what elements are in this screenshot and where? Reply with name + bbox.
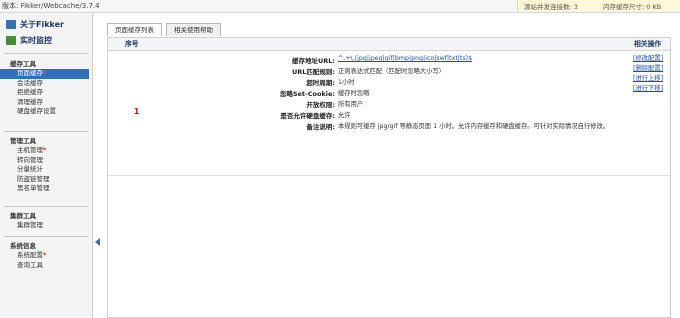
sidebar-item-blacklist[interactable]: 黑名单管理 xyxy=(0,184,92,194)
sidebar-item-anti-leech[interactable]: 防盗链管理 xyxy=(0,175,92,185)
sidebar-item-traffic-stats[interactable]: 分量统计 xyxy=(0,165,92,175)
table-header: 序号 相关操作 xyxy=(108,38,670,51)
move-up-link[interactable]: [进行上移] xyxy=(633,74,663,84)
row-actions: [修改配置] [删除配置] [进行上移] [进行下移] xyxy=(633,54,663,94)
tab-bar: 页面缓存列表 相关使用帮助 xyxy=(107,23,221,37)
sidebar-item-system-config[interactable]: 系统配置* xyxy=(0,251,92,261)
field-remark: 备注说明: 本规则可缓存 jpg/gif 等静态页面 1 小时。允许内存缓存和硬… xyxy=(306,123,610,131)
field-ignore-set-cookie: 忽略Set-Cookie: 缓存时忽略 xyxy=(279,90,370,98)
tab-help[interactable]: 相关使用帮助 xyxy=(166,23,221,36)
sidebar-group-cluster: 集群工具 集群管理 xyxy=(0,211,92,231)
about-icon xyxy=(6,19,16,29)
table-row: 1 缓存地址URL: ^.+\.(jpg|jpeg|gif|bmp|png|ic… xyxy=(108,51,670,175)
sidebar-item-redirect-management[interactable]: 转向管理 xyxy=(0,156,92,166)
row-divider xyxy=(108,175,670,176)
sidebar-item-query-tools[interactable]: 查询工具 xyxy=(0,261,92,271)
sidebar-group-cache: 缓存工具 页面缓存* 会话缓存 拒绝缓存 清理缓存 硬盘缓存设置 xyxy=(0,59,92,117)
sidebar-group-title: 集群工具 xyxy=(10,212,36,220)
sidebar-divider xyxy=(4,236,88,237)
sidebar-item-cluster-management[interactable]: 集群管理 xyxy=(0,221,92,231)
top-bar: 版本: Fikker/Webcache/3.7.4 源站并发连接数: 3 内存缓… xyxy=(0,0,680,13)
tab-page-cache-list[interactable]: 页面缓存列表 xyxy=(107,23,162,36)
field-allow-disk-cache: 是否允许硬盘缓存: 允许 xyxy=(280,112,351,120)
move-down-link[interactable]: [进行下移] xyxy=(633,84,663,94)
sidebar-group-title: 系统信息 xyxy=(10,242,36,250)
collapse-sidebar-icon[interactable] xyxy=(95,238,100,246)
edit-config-link[interactable]: [修改配置] xyxy=(633,54,663,64)
memory-cache-size-stat: 内存缓存尺寸: 0 KB xyxy=(603,3,662,11)
sidebar-item-disk-cache-settings[interactable]: 硬盘缓存设置 xyxy=(0,107,92,117)
field-url-match-rule: URL匹配规则: 正则表达式匹配（匹配时忽略大小写） xyxy=(291,68,446,76)
monitor-icon xyxy=(6,35,16,45)
sidebar-group-system: 系统信息 系统配置* 查询工具 xyxy=(0,241,92,270)
about-link[interactable]: 关于Fikker xyxy=(6,17,92,31)
cache-rules-panel: 序号 相关操作 1 缓存地址URL: ^.+\.(jpg|jpeg|gif|bm… xyxy=(107,37,671,318)
sidebar-item-page-cache[interactable]: 页面缓存* xyxy=(0,69,89,79)
sidebar-divider xyxy=(4,206,88,207)
delete-config-link[interactable]: [删除配置] xyxy=(633,64,663,74)
concurrent-connections-stat: 源站并发连接数: 3 xyxy=(524,3,578,11)
stats-box: 源站并发连接数: 3 内存缓存尺寸: 0 KB xyxy=(517,0,680,11)
sidebar-item-reject-cache[interactable]: 拒绝缓存 xyxy=(0,88,92,98)
sidebar-group-title: 管理工具 xyxy=(10,137,36,145)
sidebar-divider xyxy=(4,53,88,54)
monitor-link[interactable]: 实时监控 xyxy=(6,33,92,47)
sidebar-divider xyxy=(4,131,88,132)
column-header-actions: 相关操作 xyxy=(634,40,662,48)
sidebar-item-session-cache[interactable]: 会话缓存 xyxy=(0,79,92,89)
field-cache-url: 缓存地址URL: ^.+\.(jpg|jpeg|gif|bmp|png|ico|… xyxy=(291,55,473,65)
field-access-permission: 开放权限: 所有用户 xyxy=(306,101,364,109)
field-timeout-period: 超时周期: 1小时 xyxy=(306,79,355,87)
cache-url-link[interactable]: ^.+\.(jpg|jpeg|gif|bmp|png|ico|swf|txt|t… xyxy=(338,55,472,62)
sidebar-item-host-management[interactable]: 主机管理* xyxy=(0,146,92,156)
version-label: 版本: Fikker/Webcache/3.7.4 xyxy=(2,2,100,10)
sidebar-group-management: 管理工具 主机管理* 转向管理 分量统计 防盗链管理 黑名单管理 xyxy=(0,136,92,194)
sidebar-group-title: 缓存工具 xyxy=(10,60,36,68)
sidebar-item-clear-cache[interactable]: 清理缓存 xyxy=(0,98,92,108)
column-header-index: 序号 xyxy=(125,40,139,48)
sidebar: 关于Fikker 实时监控 缓存工具 页面缓存* 会话缓存 拒绝缓存 清理缓存 … xyxy=(0,13,93,318)
